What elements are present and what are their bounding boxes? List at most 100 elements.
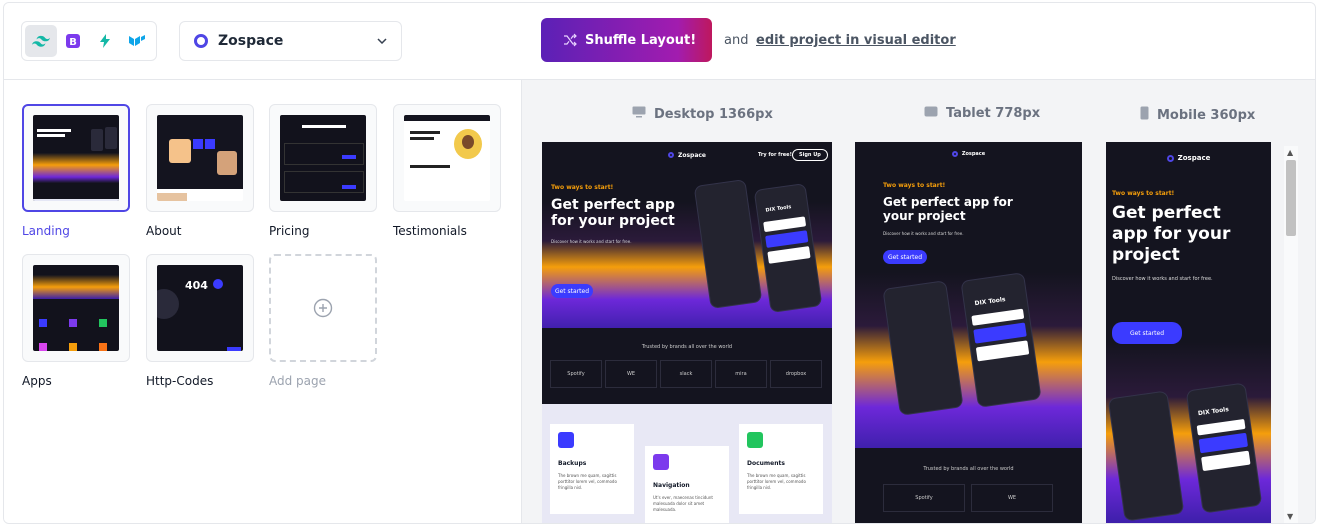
preview-nav: Zospace Try for free! Sign Up: [542, 142, 832, 168]
add-page-label[interactable]: Add page: [269, 374, 326, 388]
preview-trusted: Trusted by brands all over the world: [923, 466, 1014, 472]
preview-nav: Zospace: [1106, 142, 1271, 174]
page-label-http-codes[interactable]: Http-Codes: [146, 374, 213, 388]
preview-scrollbar[interactable]: ▲ ▼: [1284, 146, 1298, 523]
page-card-testimonials[interactable]: [393, 104, 501, 212]
tailwind-icon: [32, 35, 50, 47]
preview-hero: Two ways to start! Get perfect app for y…: [1112, 190, 1262, 282]
preview-headline: Get perfect app for your project: [1112, 203, 1231, 265]
preview-sub: Discover how it works and start for free…: [883, 231, 964, 236]
brand-logo: Spotify: [883, 484, 965, 512]
top-toolbar: B Zospace Shuffle Layout! and edit proje…: [4, 3, 1315, 80]
project-select[interactable]: Zospace: [179, 21, 402, 61]
desktop-preview[interactable]: Zospace Try for free! Sign Up Two ways t…: [542, 142, 832, 523]
plus-circle-icon: [313, 298, 333, 318]
mui-button[interactable]: [121, 25, 153, 57]
preview-sub: Discover how it works and start for free…: [1112, 276, 1213, 282]
phone-title: DIX Tools: [1197, 405, 1230, 418]
page-thumbnail: [33, 115, 119, 201]
zospace-logo-icon: [194, 34, 208, 48]
feature-icon: [747, 432, 763, 448]
preview-sub: Discover how it works and start for free…: [551, 239, 632, 244]
page-label-apps[interactable]: Apps: [22, 374, 52, 388]
page-label-landing[interactable]: Landing: [22, 224, 70, 238]
zospace-logo-icon: [1166, 154, 1174, 162]
tablet-icon: [924, 106, 938, 121]
shuffle-layout-button[interactable]: Shuffle Layout!: [541, 18, 712, 62]
scroll-thumb[interactable]: [1286, 160, 1296, 236]
page-thumbnail: [404, 115, 490, 201]
mobile-preview[interactable]: Zospace Two ways to start! Get perfect a…: [1106, 142, 1271, 523]
edit-visual-editor-link[interactable]: edit project in visual editor: [756, 33, 956, 48]
feature-title: Backups: [558, 460, 587, 467]
preview-kicker: Two ways to start!: [1112, 190, 1175, 197]
bootstrap-icon: B: [66, 34, 80, 48]
feature-card: Backups The brown me quam, sagittis port…: [550, 424, 634, 514]
feature-title: Documents: [747, 460, 785, 467]
brand-logo: dropbox: [770, 360, 822, 388]
mui-icon: [129, 35, 145, 46]
chakra-button[interactable]: [89, 25, 121, 57]
page-thumbnail: [280, 115, 366, 201]
feature-icon: [558, 432, 574, 448]
preview-cta: Get started: [551, 284, 593, 298]
feature-card: Documents The brown me quam, sagittis po…: [739, 424, 823, 514]
preview-brand: Zospace: [677, 151, 706, 159]
desktop-icon: [632, 106, 646, 122]
scroll-down-icon[interactable]: ▼: [1287, 512, 1293, 521]
phone-title: DIX Tools: [765, 204, 792, 214]
chakra-icon: [100, 34, 110, 48]
preview-sign-up: Sign Up: [792, 149, 828, 161]
page-label-testimonials[interactable]: Testimonials: [393, 224, 467, 238]
feature-card: Navigation Ut's ever, maecenas tincidunt…: [645, 446, 729, 523]
brand-logo: mira: [715, 360, 767, 388]
device-label-desktop[interactable]: Desktop 1366px: [632, 106, 773, 122]
preview-trusted: Trusted by brands all over the world: [641, 344, 733, 350]
feature-desc: The brown me quam, sagittis porttitor lo…: [558, 473, 617, 490]
preview-kicker: Two ways to start!: [551, 184, 614, 191]
page-card-about[interactable]: [146, 104, 254, 212]
pages-panel: Landing About Pricing Testimonials Apps …: [4, 80, 521, 523]
framework-switcher: B: [21, 21, 157, 61]
app-frame: B Zospace Shuffle Layout! and edit proje…: [3, 2, 1316, 524]
feature-desc: The brown me quam, sagittis porttitor lo…: [747, 473, 806, 490]
brand-logo: slack: [660, 360, 712, 388]
preview-headline: Get perfect app for your project: [883, 195, 1013, 223]
tailwind-button[interactable]: [25, 25, 57, 57]
preview-cta: Get started: [1112, 322, 1182, 344]
zospace-logo-icon: [667, 152, 674, 158]
device-label-tablet[interactable]: Tablet 778px: [924, 106, 1040, 121]
page-card-http-codes[interactable]: 404: [146, 254, 254, 362]
preview-brand: Zospace: [961, 151, 986, 157]
mobile-icon: [1140, 106, 1149, 124]
preview-kicker: Two ways to start!: [883, 182, 946, 189]
page-label-about[interactable]: About: [146, 224, 181, 238]
page-card-apps[interactable]: [22, 254, 130, 362]
add-page-button[interactable]: [269, 254, 377, 362]
phone-title: DIX Tools: [974, 296, 1007, 308]
page-thumbnail: [33, 265, 119, 351]
feature-title: Navigation: [653, 482, 690, 489]
shuffle-icon: [564, 33, 577, 47]
bootstrap-button[interactable]: B: [57, 25, 89, 57]
preview-nav: Zospace: [855, 142, 1082, 166]
page-label-pricing[interactable]: Pricing: [269, 224, 309, 238]
scroll-up-icon[interactable]: ▲: [1287, 148, 1293, 157]
preview-hero: Two ways to start! Get perfect app for y…: [551, 184, 681, 244]
device-label-mobile[interactable]: Mobile 360px: [1140, 106, 1255, 124]
page-card-pricing[interactable]: [269, 104, 377, 212]
page-card-landing[interactable]: [22, 104, 130, 212]
preview-try-free: Try for free!: [758, 152, 792, 158]
chevron-down-icon: [377, 38, 387, 44]
brand-logo: WE: [605, 360, 657, 388]
feature-icon: [653, 454, 669, 470]
and-text: and: [724, 33, 749, 48]
project-select-value: Zospace: [218, 33, 284, 49]
page-thumbnail: 404: [157, 265, 243, 351]
desktop-label-text: Desktop 1366px: [654, 106, 773, 122]
brand-logo: WE: [971, 484, 1053, 512]
svg-text:B: B: [69, 37, 77, 48]
preview-brand: Zospace: [1177, 154, 1211, 162]
brand-logo: Spotify: [550, 360, 602, 388]
tablet-preview[interactable]: Zospace Two ways to start! Get perfect a…: [855, 142, 1082, 523]
